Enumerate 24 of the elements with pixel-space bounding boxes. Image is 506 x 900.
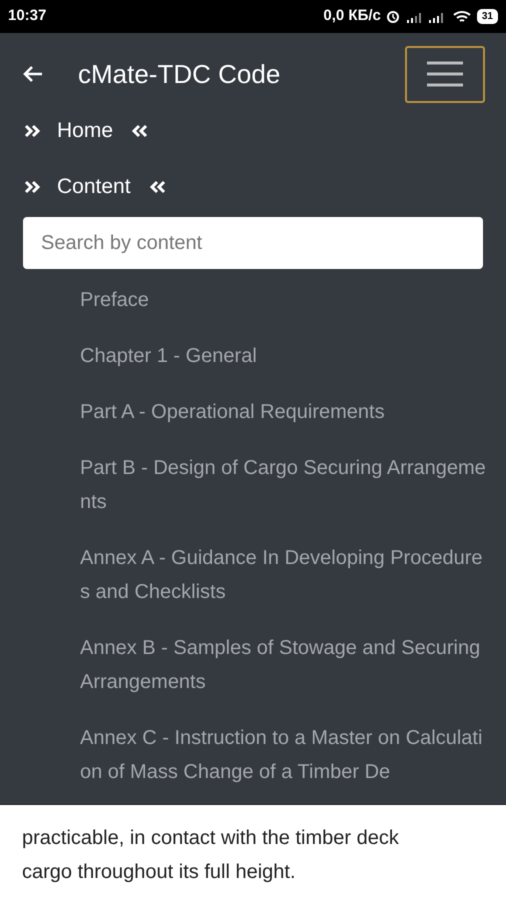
contents-link[interactable]: Preface (80, 283, 486, 317)
contents-link[interactable]: Part B - Design of Cargo Securing Arrangements (80, 451, 486, 519)
back-arrow-icon[interactable] (22, 65, 44, 83)
network-speed: 0,0 КБ/с (323, 6, 381, 26)
wifi-icon (452, 10, 471, 24)
contents-link[interactable]: Part A - Operational Requirements (80, 395, 486, 429)
contents-link[interactable]: Annex B - Samples of Stowage and Securing Arrangements (80, 631, 486, 699)
body-paragraph: practicable, in contact with the timber deck cargo throughout its full height. (21, 826, 400, 885)
double-chevron-right-icon (24, 180, 41, 194)
search-field[interactable]: Search by content (23, 217, 483, 269)
app-title: cMate-TDC Code (78, 58, 280, 90)
double-chevron-left-icon (148, 180, 166, 194)
double-chevron-right-icon (24, 124, 41, 138)
contents-link[interactable]: Chapter 1 - General (80, 339, 486, 373)
battery-indicator: 31 (476, 9, 498, 24)
contents-link[interactable]: Annex C - Instruction to a Master on Calculation of Mass Change of a Timber De (80, 721, 486, 789)
contents-link[interactable]: Annex A - Guidance In Developing Procedures and Checklists (80, 541, 486, 609)
nav-link[interactable]: Home (57, 115, 114, 147)
double-chevron-left-icon (131, 124, 148, 138)
menu-button[interactable] (405, 46, 485, 102)
alarm-icon (384, 8, 401, 24)
nav-link[interactable]: Content (57, 171, 131, 203)
menu-icon (427, 61, 463, 87)
status-time: 10:37 (8, 6, 46, 26)
